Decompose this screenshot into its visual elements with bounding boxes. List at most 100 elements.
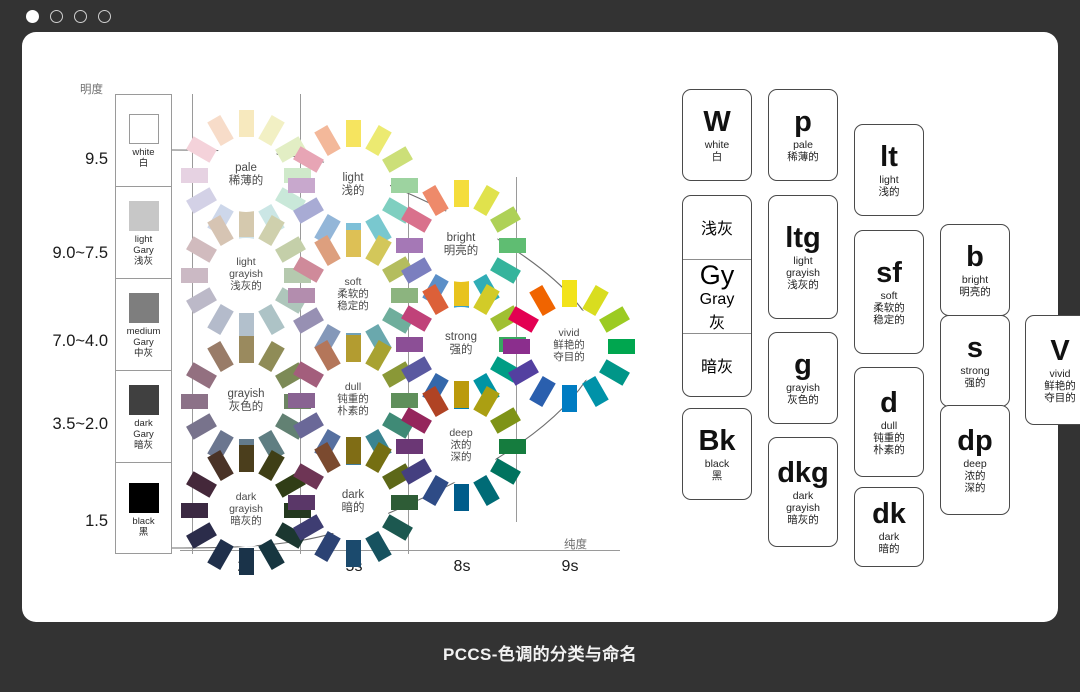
abbreviation-box-p[interactable]: p pale 稀薄的 (768, 89, 838, 181)
abbreviation-cn: 浓的 深的 (964, 469, 986, 494)
tone-wheel-label: dull 钝重的 朴素的 (316, 363, 390, 437)
tone-wheel-petal (598, 358, 630, 386)
tone-abbreviation-panel: 浅灰 Gy Gray 灰暗灰 Wwhite 白 p pale 稀薄的 lt light 浅的 b brig… (662, 32, 1080, 622)
abbreviation-cn: 暗灰 (700, 358, 733, 376)
tone-wheel-dark-grayish: dark grayish 暗灰的 (181, 445, 311, 575)
abbreviation-en: vivid (1049, 367, 1071, 380)
tone-wheel-label: deep 浓的 深的 (424, 409, 498, 483)
abbreviation-cn: 强的 (964, 376, 986, 389)
abbreviation-en: deep (963, 457, 987, 470)
tone-wheel-petal (288, 177, 316, 193)
gray-swatch (128, 200, 159, 231)
abbreviation-box-ltg[interactable]: ltg light grayish 浅灰的 (768, 195, 838, 319)
abbreviation-box-V[interactable]: Vvivid 鲜艳的 夺目的 (1025, 315, 1080, 425)
abbreviation-box-dk[interactable]: dk dark 暗的 (854, 487, 924, 567)
tone-wheel-petal (498, 237, 526, 253)
tone-wheel-petal (561, 280, 577, 308)
window-dot-2[interactable] (50, 10, 63, 23)
tone-wheel-petal (390, 392, 418, 408)
tone-wheel-petal (390, 287, 418, 303)
gray-scale-cell: dark Gary 暗灰 (116, 371, 171, 463)
tone-wheel-label: soft 柔软的 稳定的 (316, 258, 390, 332)
tone-wheel-petal (607, 338, 635, 354)
lightness-tick: 1.5 (85, 512, 108, 530)
tone-wheel-label: light 浅的 (316, 148, 390, 222)
abbreviation-code: b (966, 240, 984, 273)
abbreviation-code: sf (876, 256, 902, 289)
abbreviation-box-s[interactable]: s strong 强的 (940, 315, 1010, 407)
abbreviation-code: dkg (777, 456, 829, 489)
abbreviation-box-g[interactable]: g grayish 灰色的 (768, 332, 838, 424)
abbreviation-box-Bk[interactable]: Bk black 黑 (682, 408, 752, 500)
abbreviation-box-W[interactable]: Wwhite 白 (682, 89, 752, 181)
abbreviation-code: W (703, 105, 731, 138)
tone-wheel-petal (489, 257, 521, 284)
gray-swatch (128, 292, 159, 323)
tone-wheel-petal (396, 336, 424, 352)
lightness-tick: 7.0~4.0 (52, 332, 108, 350)
tone-wheel-petal (288, 494, 316, 510)
abbreviation-code: dk (872, 497, 906, 530)
tone-wheel-light-grayish: light grayish 浅灰的 (181, 210, 311, 340)
tone-wheel-label: dark grayish 暗灰的 (209, 473, 283, 547)
abbreviation-cn: 暗灰的 (787, 513, 819, 526)
tone-wheel-label: strong 强的 (424, 307, 498, 381)
abbreviation-code: dp (957, 424, 993, 457)
abbreviation-code: V (1050, 334, 1070, 367)
tone-wheel-petal (238, 336, 254, 364)
window-dot-3[interactable] (74, 10, 87, 23)
gray-scale-cell: black 黑 (116, 463, 171, 555)
abbreviation-en: grayish (786, 381, 820, 394)
abbreviation-box-b[interactable]: b bright 明亮的 (940, 224, 1010, 316)
abbreviation-cn: 钝重的 朴素的 (873, 431, 905, 456)
tone-wheel-petal (453, 279, 469, 307)
window-dot-1[interactable] (26, 10, 39, 23)
gray-label: white 白 (132, 147, 155, 169)
content-card: 明度 纯度 9.5 9.0~7.5 7.0~4.0 3.5~2.0 1.5 white 白… (22, 32, 1080, 622)
abbreviation-box-lt[interactable]: lt light 浅的 (854, 124, 924, 216)
window-dot-4[interactable] (98, 10, 111, 23)
abbreviation-box-gray[interactable]: 浅灰 Gy Gray 灰暗灰 (682, 195, 752, 397)
tone-wheel-petal (473, 474, 500, 506)
abbreviation-code: s (966, 331, 984, 364)
abbreviation-box-sf[interactable]: sf soft 柔软的 稳定的 (854, 230, 924, 354)
abbreviation-box-dkg[interactable]: dkg dark grayish 暗灰的 (768, 437, 838, 547)
abbreviation-cn: 浅灰的 (787, 278, 819, 291)
tone-wheel-label: bright 明亮的 (424, 208, 498, 282)
abbreviation-box-d[interactable]: d dull 钝重的 朴素的 (854, 367, 924, 477)
lightness-tick: 9.5 (85, 150, 108, 168)
gray-scale-column: white 白 light Gary 浅灰 medium Gary 中灰 dark Gary 暗灰 b… (115, 94, 172, 554)
tone-wheel-petal (396, 438, 424, 454)
abbreviation-cn: 浅灰 (700, 221, 733, 239)
pccs-tone-diagram: 明度 纯度 9.5 9.0~7.5 7.0~4.0 3.5~2.0 1.5 white 白… (22, 32, 662, 622)
gray-scale-cell: light Gary 浅灰 (116, 187, 171, 279)
gray-label: black 黑 (132, 515, 155, 538)
abbreviation-cn: 灰 (708, 314, 725, 332)
tone-wheel-petal (238, 445, 254, 473)
tone-wheel-petal (345, 437, 361, 465)
abbreviation-en: light grayish (786, 254, 820, 279)
abbreviation-cn: 鲜艳的 夺目的 (1044, 379, 1076, 404)
tone-wheel-petal (181, 502, 209, 518)
abbreviation-en: white (704, 138, 730, 151)
tone-wheel-petal (288, 392, 316, 408)
abbreviation-cn: 稀薄的 (787, 150, 819, 163)
tone-wheel-petal (288, 287, 316, 303)
abbreviation-cn: 柔软的 稳定的 (873, 301, 905, 326)
abbreviation-en: strong (960, 364, 990, 377)
app-window: 明度 纯度 9.5 9.0~7.5 7.0~4.0 3.5~2.0 1.5 white 白… (0, 0, 1080, 692)
tone-wheel-dark: dark 暗的 (288, 437, 418, 567)
tone-wheel-petal (453, 180, 469, 208)
abbreviation-box-dp[interactable]: dp deep 浓的 深的 (940, 405, 1010, 515)
abbreviation-cn: 白 (711, 150, 723, 163)
gray-label: light Gary 浅灰 (133, 233, 154, 267)
abbreviation-code: ltg (785, 221, 821, 254)
gray-scale-cell: white 白 (116, 95, 171, 187)
tone-wheel-petal (453, 483, 469, 511)
lightness-axis-label: 明度 (80, 84, 103, 96)
abbreviation-code: d (880, 386, 898, 419)
tone-wheel-petal (238, 110, 254, 138)
tone-wheel-petal (258, 303, 285, 335)
tone-wheel-petal (390, 494, 418, 510)
abbreviation-gray-row: Gy Gray 灰 (683, 260, 751, 334)
